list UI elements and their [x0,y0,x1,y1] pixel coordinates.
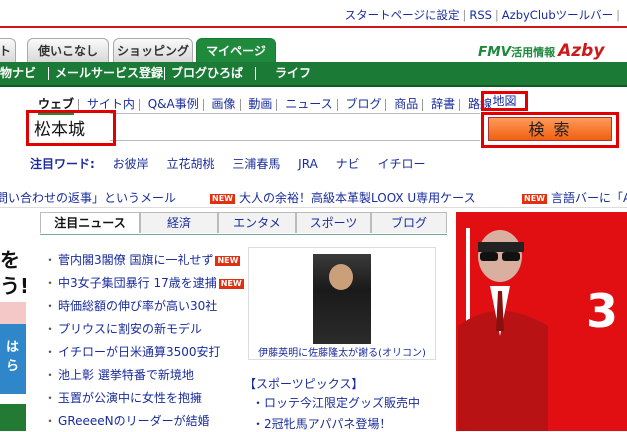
news-item[interactable]: ・菅内閣3閣僚 国旗に一礼せず NEW [44,251,244,268]
trending-word[interactable]: 立花胡桃 [166,157,214,171]
trending-word[interactable]: イチロー [377,157,425,171]
news-tabs: 注目ニュース 経済 エンタメ スポーツ ブログ [40,212,447,235]
news-item[interactable]: ・ GReeeeNのリーダーが結婚 [44,412,210,429]
new-badge: NEW [210,193,235,204]
ticker-item[interactable]: NEW 大人の余裕！高級本革製LOOX U専用ケース [210,189,476,206]
left-green-banner[interactable] [0,404,26,431]
nav-item-blog-hiroba[interactable]: ブログひろば [171,62,243,85]
nav-item-mail-service[interactable]: メールサービス登録 [55,62,163,85]
tab-partial[interactable]: ト [0,38,16,62]
tab-usage[interactable]: 使いこなし [27,38,109,62]
tab-blog[interactable]: ブログ [371,212,447,233]
search-input-field[interactable] [110,113,480,141]
news-item[interactable]: ・中3女子集団暴行 17歳を逮捕 NEW [44,274,248,291]
ticker-item[interactable]: 問い合わせの返事」というメール [0,189,176,206]
rss-link[interactable]: RSS [469,8,492,22]
search-tab-news[interactable]: ニュース [285,95,332,112]
news-photo-card[interactable]: 伊藤英明に佐藤隆太が謝る(オリコン) [248,247,436,360]
news-item[interactable]: ・プリウスに割安の新モデル [44,320,202,337]
search-button[interactable]: 検 索 [488,117,612,141]
brand-logo[interactable]: FMV活用情報 Azby [478,41,604,61]
news-item[interactable]: ・時価総額の伸び率が高い30社 [44,297,217,314]
tab-shopping[interactable]: ショッピング [113,38,193,62]
search-tab-image[interactable]: 画像 [212,95,236,112]
trending-word[interactable]: JRA [298,157,318,171]
tab-featured-news[interactable]: 注目ニュース [40,212,140,233]
search-tab-map[interactable]: 地図 [481,91,528,111]
toolbar-link[interactable]: AzbyClubツールバー [502,8,613,22]
trending-word[interactable]: ナビ [336,157,360,171]
top-links-bar: スタートページに設定 | RSS | AzbyClubツールバー | [0,0,627,28]
news-photo[interactable] [313,254,371,344]
news-photo-caption[interactable]: 伊藤英明に佐藤隆太が謝る(オリコン) [249,344,435,359]
tab-mypage[interactable]: マイページ [196,38,276,62]
news-item[interactable]: ・玉置が公演中に女性を抱擁 [44,389,202,406]
tab-sports[interactable]: スポーツ [296,212,371,233]
set-start-page-link[interactable]: スタートページに設定 [345,8,460,22]
tab-economy[interactable]: 経済 [140,212,218,233]
trending-label: 注目ワード: [30,157,95,171]
news-item[interactable]: ・池上彰 選挙特番で新境地 [44,366,194,383]
sports-picks-heading: 【スポーツピックス】 [244,377,364,391]
left-banner-column[interactable]: を う! はら [0,212,26,431]
ad-headline-number: 3 [586,284,619,338]
search-tab-products[interactable]: 商品 [394,95,418,112]
search-tab-video[interactable]: 動画 [248,95,272,112]
sports-item[interactable]: ・ロッテ今江限定グッズ販売中 [252,394,420,411]
left-blue-banner[interactable]: はら [0,324,26,394]
search-tab-dictionary[interactable]: 辞書 [431,95,455,112]
trending-word[interactable]: 三浦春馬 [232,157,280,171]
news-item[interactable]: ・イチローが日米通算3500安打 [44,343,221,360]
ad-person-image [458,216,548,431]
sports-item[interactable]: ・2冠牝馬アパパネ登場！ [252,415,391,432]
divider [0,207,627,208]
trending-words: 注目ワード: お彼岸 立花胡桃 三浦春馬 JRA ナビ イチロー [30,155,439,172]
search-tab-blog[interactable]: ブログ [345,95,381,112]
nav-item-navi[interactable]: 物ナビ [0,62,36,85]
green-nav-bar: 物ナビ メールサービス登録 ブログひろば ライフ [0,62,627,87]
search-tab-qa[interactable]: Q&A事例 [148,95,199,112]
nav-item-life[interactable]: ライフ [275,62,311,85]
advertisement-banner[interactable]: 3 [456,212,627,431]
new-badge: NEW [522,193,547,204]
ticker-item[interactable]: NEW 言語バーに「A [522,189,627,206]
trending-word[interactable]: お彼岸 [113,157,149,171]
search-input-value[interactable]: 松本城 [34,115,85,140]
tab-entertainment[interactable]: エンタメ [218,212,296,233]
